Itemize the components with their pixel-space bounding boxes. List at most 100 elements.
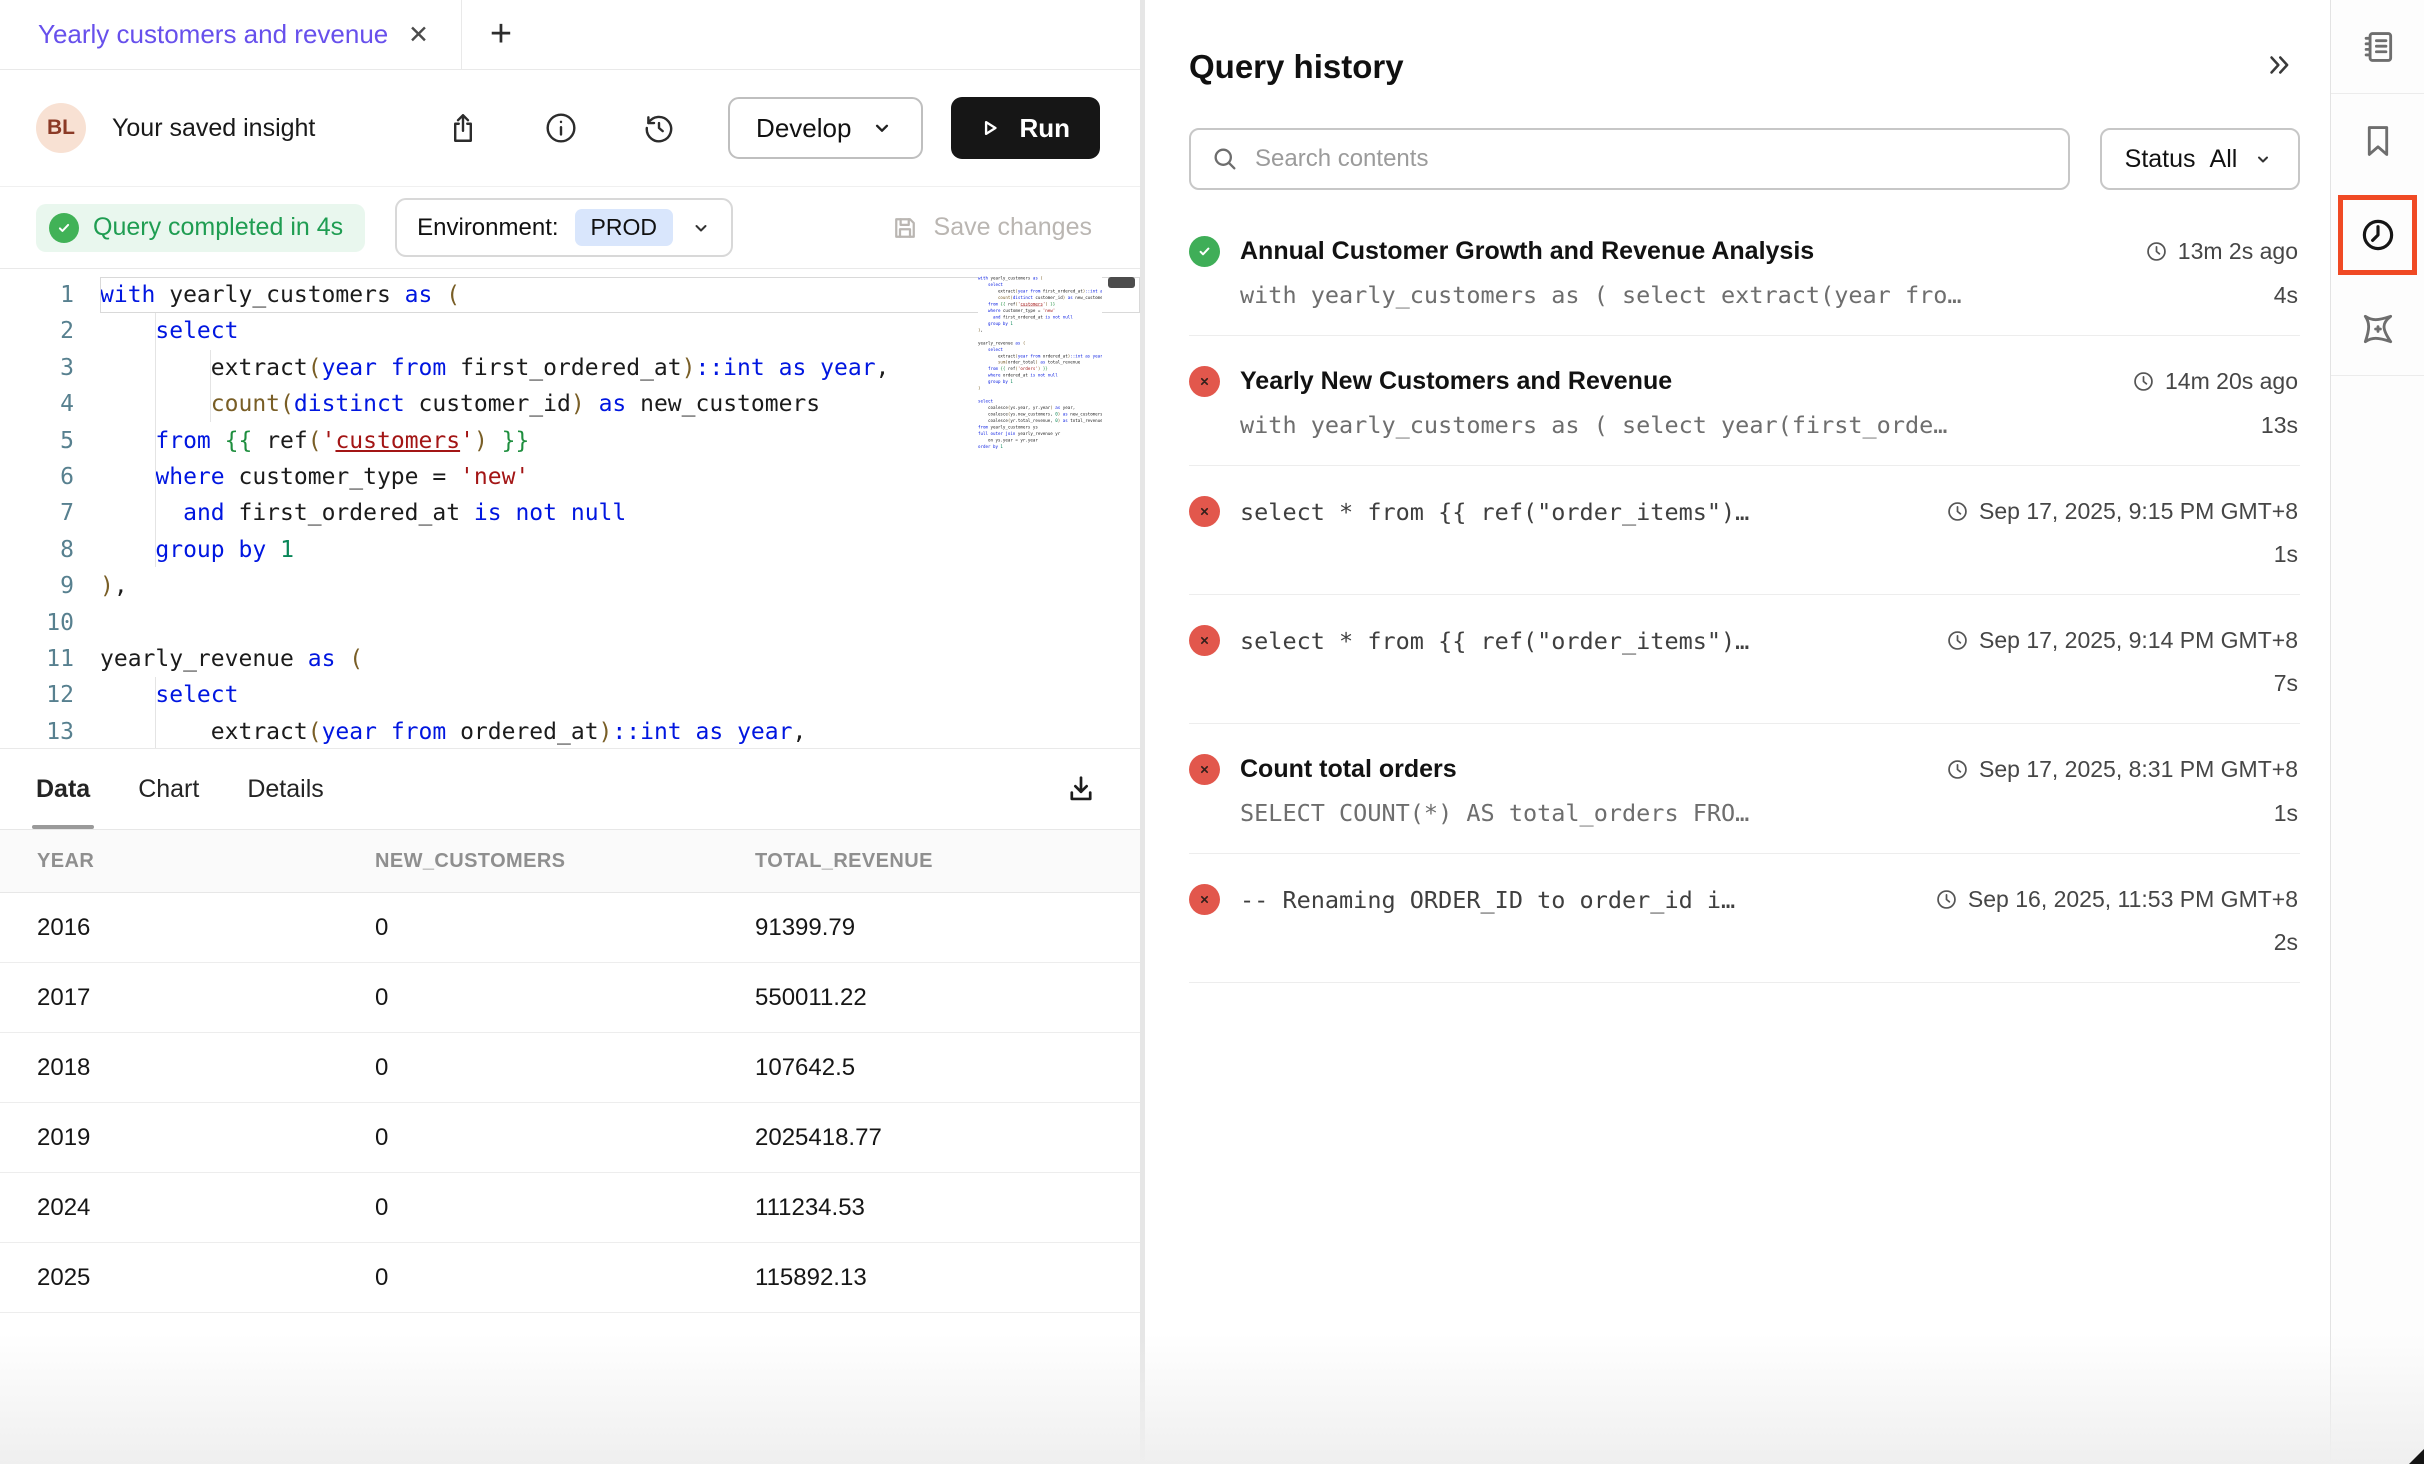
bookmark-icon: [2359, 122, 2397, 160]
code-token: with: [978, 276, 988, 281]
code-token: [432, 282, 446, 308]
error-status-icon: [1189, 366, 1220, 397]
code-token: year: [820, 355, 875, 381]
indent-guide: [210, 350, 211, 422]
sql-code-editor[interactable]: 12345678910111213 with yearly_customers …: [0, 269, 1140, 749]
notebook-icon: [2359, 28, 2397, 66]
collapse-panel-button[interactable]: [2264, 50, 2294, 85]
code-token: ordered_at: [1040, 354, 1067, 359]
results-tab-data[interactable]: Data: [36, 749, 90, 829]
history-item-title: Yearly New Customers and Revenue: [1240, 367, 1672, 396]
history-item-duration: 7s: [2254, 670, 2298, 697]
search-box[interactable]: [1189, 128, 2070, 190]
tab-yearly-customers-and-revenue[interactable]: Yearly customers and revenue ✕: [0, 0, 462, 69]
code-token: [978, 302, 988, 307]
line-number: 2: [0, 313, 74, 349]
code-token: ): [100, 573, 114, 599]
history-item-duration: 2s: [2254, 929, 2298, 956]
query-history-item[interactable]: select * from {{ ref("order_items")… Sep …: [1189, 595, 2300, 724]
tab-bar: Yearly customers and revenue ✕ +: [0, 0, 1140, 70]
code-token: new_customers: [1073, 295, 1102, 300]
code-token: yearly_revenue: [100, 646, 308, 672]
code-token: ,: [114, 573, 128, 599]
status-filter-dropdown[interactable]: Status All: [2100, 128, 2300, 190]
results-tab-details[interactable]: Details: [247, 749, 323, 829]
code-token: ,: [792, 719, 806, 745]
info-button[interactable]: [538, 105, 584, 151]
history-item-main-row: select * from {{ ref("order_items")…Sep …: [1189, 496, 2298, 527]
environment-value: PROD: [575, 209, 673, 246]
history-item-detail-row: SELECT COUNT(*) AS total_orders FRO…1s: [1189, 799, 2298, 827]
share-icon: [446, 111, 480, 145]
resize-corner: [2409, 1449, 2424, 1464]
code-token: coalesce: [978, 406, 1008, 411]
code-token: [100, 500, 183, 526]
run-button[interactable]: Run: [951, 97, 1100, 159]
rail-item-query-history[interactable]: [2331, 188, 2424, 282]
code-token: (: [1040, 276, 1042, 281]
query-history-list: Annual Customer Growth and Revenue Analy…: [1189, 206, 2300, 983]
line-number: 4: [0, 386, 74, 422]
rail-item-notebook[interactable]: [2331, 0, 2424, 94]
code-token: full outer join: [978, 431, 1015, 436]
code-token: [100, 464, 155, 490]
chevrons-right-icon: [2264, 50, 2294, 80]
history-item-title: select * from {{ ref("order_items")…: [1240, 627, 1749, 655]
table-cell: 2025: [0, 1264, 375, 1292]
code-token: [100, 318, 155, 344]
clock-icon: [1946, 758, 1969, 781]
history-item-title: Annual Customer Growth and Revenue Analy…: [1240, 237, 1814, 266]
download-results-button[interactable]: [1064, 749, 1098, 829]
history-item-title: -- Renaming ORDER_ID to order_id i…: [1240, 886, 1735, 914]
history-item-duration: 4s: [2254, 282, 2298, 309]
code-token: ys.new_customers,: [1010, 412, 1055, 417]
save-changes-button[interactable]: Save changes: [890, 213, 1092, 243]
error-status-icon: [1189, 625, 1220, 656]
query-history-item[interactable]: select * from {{ ref("order_items")…Sep …: [1189, 466, 2300, 595]
query-statusbar: Query completed in 4s Environment: PROD …: [0, 187, 1140, 269]
search-input[interactable]: [1255, 145, 2048, 173]
code-token: customer_id: [1033, 295, 1063, 300]
code-token: coalesce: [978, 412, 1008, 417]
code-token: order by: [978, 444, 998, 449]
query-history-item[interactable]: -- Renaming ORDER_ID to order_id i…Sep 1…: [1189, 854, 2300, 983]
code-token: coalesce: [978, 418, 1008, 423]
code-token: [100, 428, 155, 454]
table-row: 2016091399.79: [0, 893, 1140, 963]
line-number: 3: [0, 350, 74, 386]
table-cell: 0: [375, 1194, 755, 1222]
code-token: [978, 308, 988, 313]
code-token: count: [998, 295, 1010, 300]
editor-scrollbar-thumb[interactable]: [1108, 277, 1135, 288]
query-history-item[interactable]: Count total ordersSep 17, 2025, 8:31 PM …: [1189, 724, 2300, 854]
results-tab-chart[interactable]: Chart: [138, 749, 199, 829]
environment-selector[interactable]: Environment: PROD: [395, 198, 733, 257]
code-token: ordered_at: [446, 719, 598, 745]
code-token: ::int: [612, 719, 681, 745]
code-token: [557, 500, 571, 526]
code-token: year: [322, 719, 377, 745]
develop-dropdown[interactable]: Develop: [728, 97, 923, 159]
query-history-item[interactable]: Yearly New Customers and Revenue14m 20s …: [1189, 336, 2300, 466]
editor-minimap[interactable]: with yearly_customers as ( select extrac…: [978, 275, 1102, 715]
rail-item-explore[interactable]: [2331, 282, 2424, 376]
version-history-button[interactable]: [636, 105, 682, 151]
query-history-item[interactable]: Annual Customer Growth and Revenue Analy…: [1189, 206, 2300, 336]
table-cell: 2024: [0, 1194, 375, 1222]
history-item-time-text: Sep 17, 2025, 9:15 PM GMT+8: [1979, 498, 2298, 525]
status-filter-label: Status: [2125, 145, 2196, 174]
line-number: 12: [0, 677, 74, 713]
history-item-time: Sep 17, 2025, 9:14 PM GMT+8: [1926, 627, 2298, 654]
share-button[interactable]: [440, 105, 486, 151]
new-tab-button[interactable]: +: [462, 0, 540, 69]
rail-item-bookmarks[interactable]: [2331, 94, 2424, 188]
query-history-controls: Status All: [1189, 128, 2300, 190]
close-icon[interactable]: ✕: [402, 18, 435, 52]
history-item-time: Sep 17, 2025, 8:31 PM GMT+8: [1926, 756, 2298, 783]
table-cell: 107642.5: [755, 1054, 1140, 1082]
code-token: customer_type =: [225, 464, 460, 490]
code-token: [377, 355, 391, 381]
info-icon: [544, 111, 578, 145]
code-token: from: [1030, 354, 1040, 359]
query-status-badge: Query completed in 4s: [36, 204, 365, 252]
